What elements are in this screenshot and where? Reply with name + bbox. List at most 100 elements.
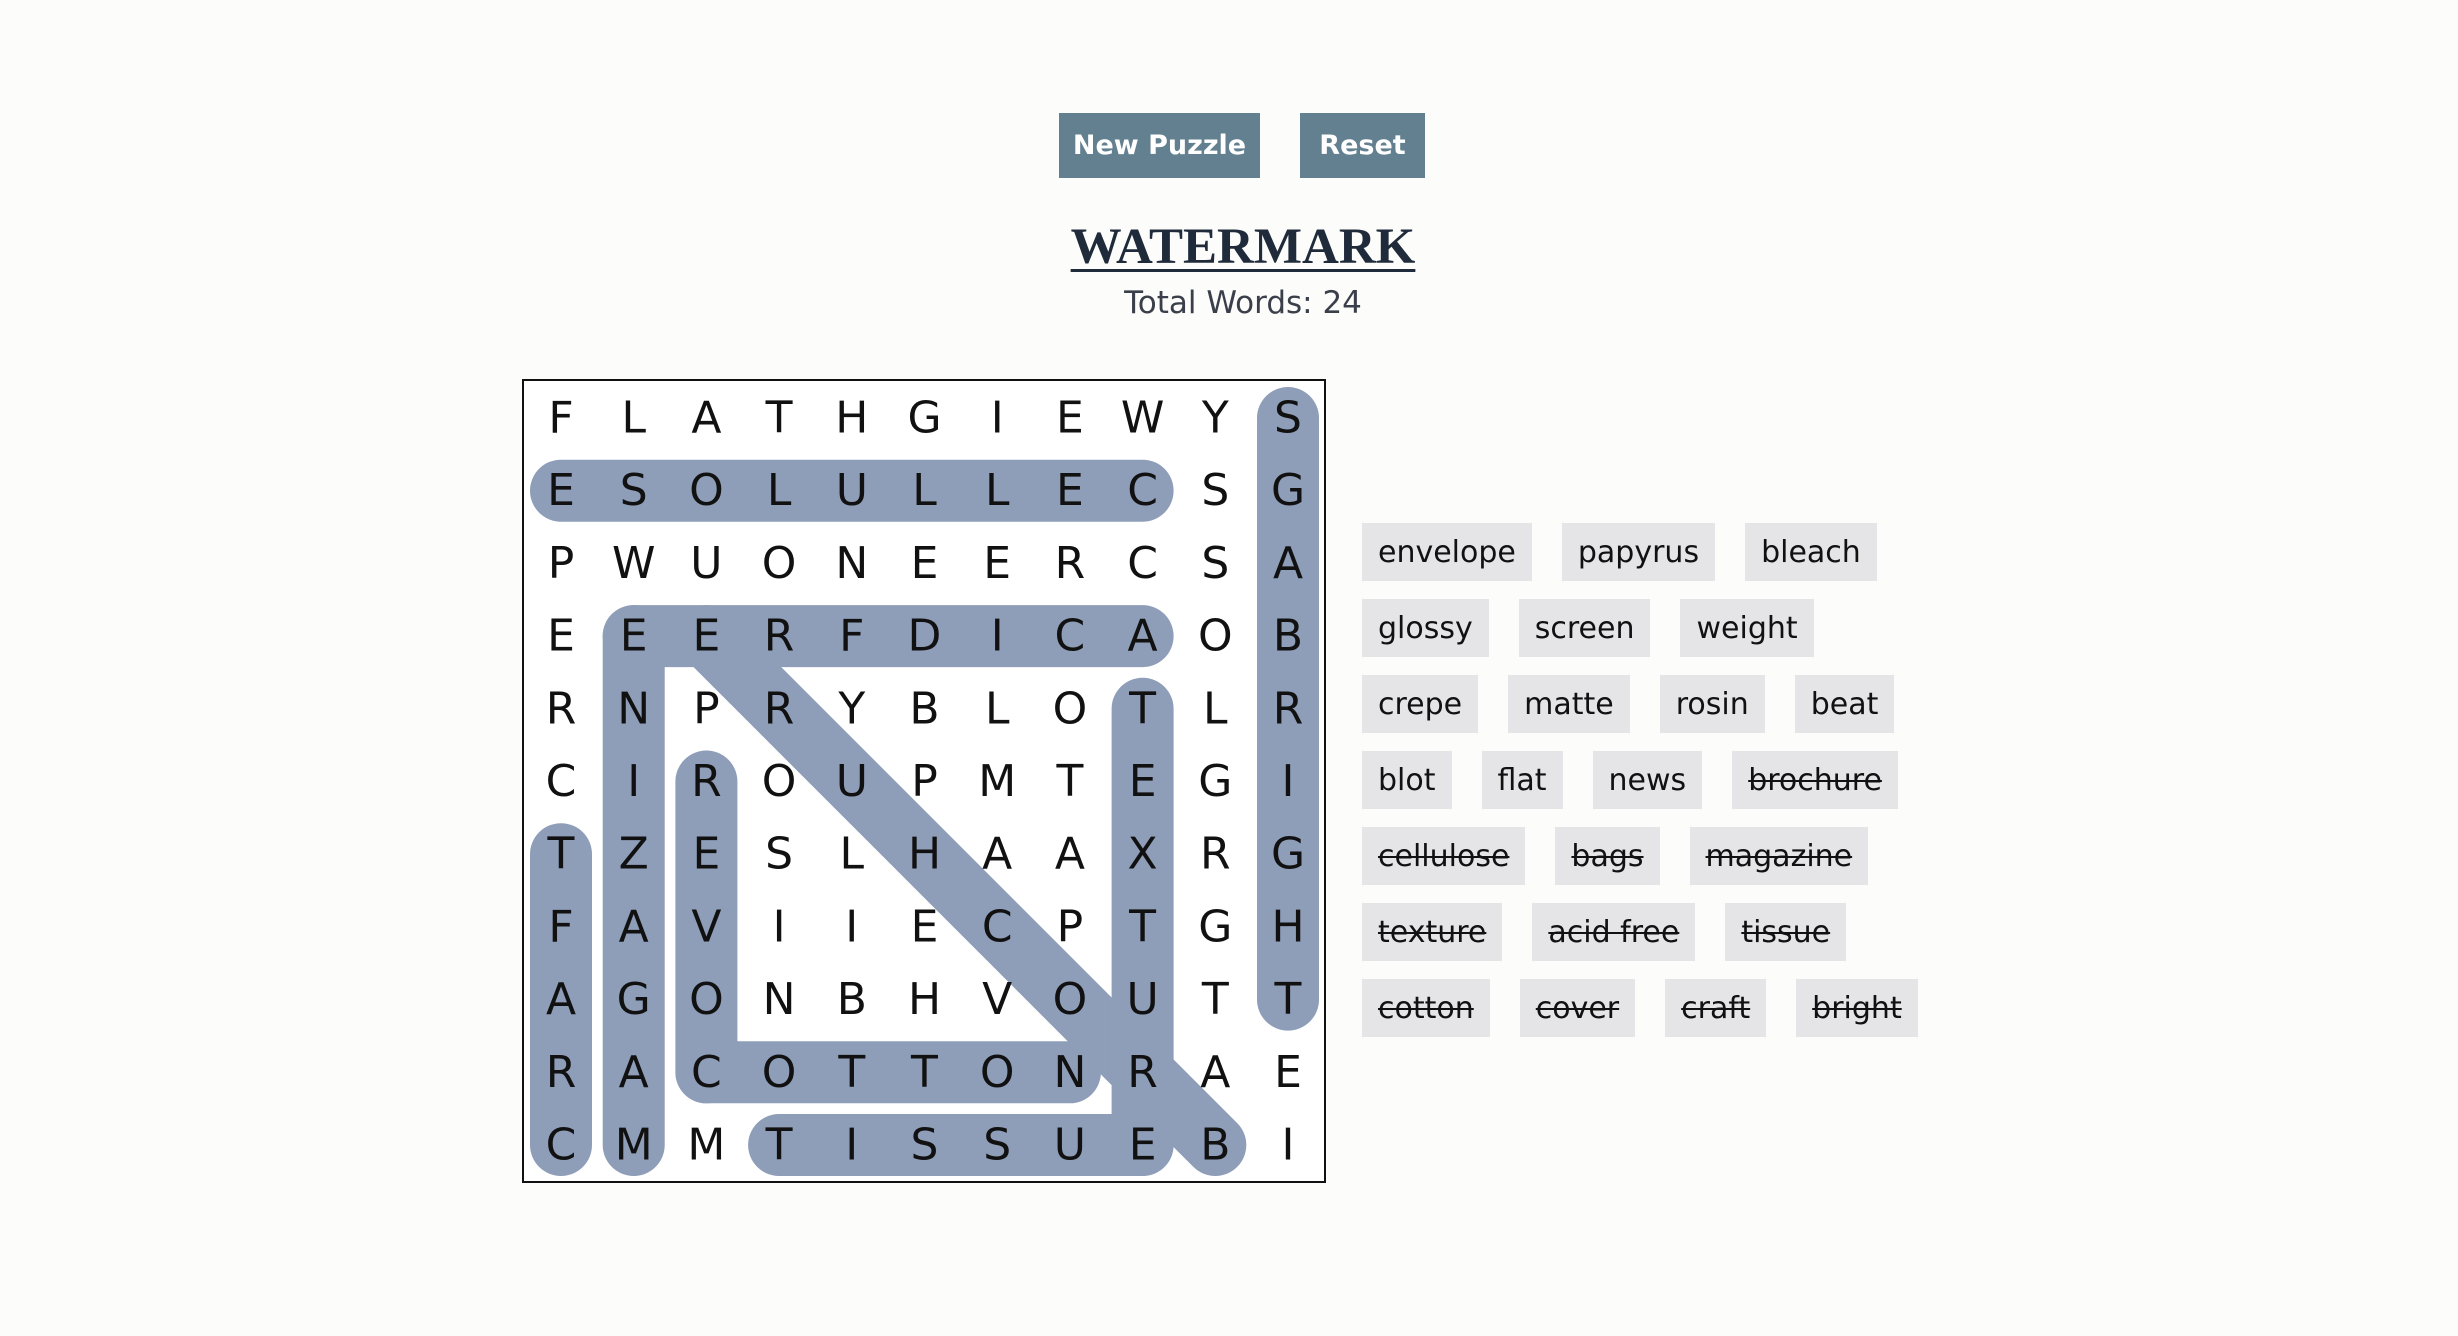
grid-cell[interactable]: A (546, 974, 576, 1025)
grid-cell[interactable]: I (991, 611, 1004, 662)
grid-cell[interactable]: S (620, 465, 648, 516)
grid-cell[interactable]: P (1057, 901, 1084, 952)
grid-cell[interactable]: E (911, 538, 939, 589)
grid-cell[interactable]: I (845, 1120, 858, 1171)
grid-cell[interactable]: B (909, 683, 939, 734)
grid-cell[interactable]: G (617, 974, 651, 1025)
grid-cell[interactable]: E (547, 465, 575, 516)
grid-cell[interactable]: W (1121, 393, 1165, 444)
grid-cell[interactable]: F (548, 901, 573, 952)
grid-cell[interactable]: L (767, 465, 792, 516)
grid-cell[interactable]: E (983, 538, 1011, 589)
grid-cell[interactable]: H (835, 393, 868, 444)
grid-cell[interactable]: T (1274, 974, 1302, 1025)
grid-cell[interactable]: L (985, 465, 1010, 516)
grid-cell[interactable]: R (1055, 538, 1086, 589)
grid-cell[interactable]: G (1271, 465, 1305, 516)
grid-cell[interactable]: V (982, 974, 1012, 1025)
grid-cell[interactable]: C (546, 1120, 577, 1171)
grid-cell[interactable]: C (691, 1047, 722, 1098)
grid-cell[interactable]: G (1271, 829, 1305, 880)
letter-grid[interactable]: FLATHGIEWYSESOLULLECSGPWUONEERCSAEEERFDI… (522, 379, 1326, 1183)
grid-cell[interactable]: A (619, 1047, 649, 1098)
grid-cell[interactable]: T (1055, 756, 1083, 807)
grid-cell[interactable]: T (1128, 683, 1156, 734)
grid-cell[interactable]: E (911, 901, 939, 952)
grid-cell[interactable]: R (1127, 1047, 1158, 1098)
grid-cell[interactable]: U (1054, 1120, 1086, 1171)
grid-cell[interactable]: O (762, 1047, 797, 1098)
grid-cell[interactable]: O (1053, 683, 1088, 734)
grid-cell[interactable]: S (765, 829, 793, 880)
grid-cell[interactable]: U (1126, 974, 1158, 1025)
grid-cell[interactable]: E (1129, 756, 1157, 807)
grid-cell[interactable]: S (911, 1120, 939, 1171)
grid-cell[interactable]: M (615, 1120, 653, 1171)
grid-cell[interactable]: O (980, 1047, 1015, 1098)
grid-cell[interactable]: C (982, 901, 1013, 952)
grid-cell[interactable]: D (908, 611, 942, 662)
grid-cell[interactable]: B (837, 974, 867, 1025)
grid-cell[interactable]: R (546, 1047, 577, 1098)
grid-cell[interactable]: F (839, 611, 864, 662)
grid-cell[interactable]: I (627, 756, 640, 807)
grid-cell[interactable]: B (1200, 1120, 1230, 1171)
grid-cell[interactable]: T (1201, 974, 1229, 1025)
grid-cell[interactable]: H (908, 974, 941, 1025)
grid-cell[interactable]: T (910, 1047, 938, 1098)
grid-cell[interactable]: O (689, 465, 724, 516)
grid-cell[interactable]: N (617, 683, 650, 734)
grid-cell[interactable]: W (612, 538, 656, 589)
grid-cell[interactable]: E (620, 611, 648, 662)
grid-cell[interactable]: S (983, 1120, 1011, 1171)
new-puzzle-button[interactable]: New Puzzle (1059, 113, 1260, 178)
grid-cell[interactable]: A (1128, 611, 1158, 662)
grid-cell[interactable]: A (1200, 1047, 1230, 1098)
grid-cell[interactable]: S (1201, 538, 1229, 589)
grid-cell[interactable]: T (1128, 901, 1156, 952)
grid-cell[interactable]: T (837, 1047, 865, 1098)
grid-cell[interactable]: O (689, 974, 724, 1025)
grid-cell[interactable]: U (690, 538, 722, 589)
grid-cell[interactable]: P (911, 756, 938, 807)
grid-cell[interactable]: G (1198, 901, 1232, 952)
grid-cell[interactable]: C (546, 756, 577, 807)
grid-cell[interactable]: C (1055, 611, 1086, 662)
grid-cell[interactable]: Y (837, 683, 865, 734)
grid-cell[interactable]: E (547, 611, 575, 662)
grid-cell[interactable]: E (1274, 1047, 1302, 1098)
grid-cell[interactable]: O (762, 538, 797, 589)
grid-cell[interactable]: N (763, 974, 796, 1025)
grid-cell[interactable]: P (693, 683, 720, 734)
grid-cell[interactable]: T (765, 1120, 793, 1171)
grid-cell[interactable]: O (1198, 611, 1233, 662)
grid-cell[interactable]: E (1129, 1120, 1157, 1171)
grid-cell[interactable]: F (548, 393, 573, 444)
grid-cell[interactable]: A (1273, 538, 1303, 589)
grid-cell[interactable]: I (773, 901, 786, 952)
grid-cell[interactable]: I (1282, 1120, 1295, 1171)
grid-cell[interactable]: C (1127, 465, 1158, 516)
grid-cell[interactable]: L (1203, 683, 1228, 734)
grid-cell[interactable]: U (836, 756, 868, 807)
grid-cell[interactable]: H (908, 829, 941, 880)
grid-cell[interactable]: U (836, 465, 868, 516)
grid-cell[interactable]: T (547, 829, 575, 880)
grid-cell[interactable]: B (1273, 611, 1303, 662)
grid-cell[interactable]: E (1056, 465, 1084, 516)
grid-cell[interactable]: I (845, 901, 858, 952)
grid-cell[interactable]: P (548, 538, 575, 589)
grid-cell[interactable]: O (762, 756, 797, 807)
grid-cell[interactable]: G (1198, 756, 1232, 807)
grid-cell[interactable]: T (765, 393, 793, 444)
grid-cell[interactable]: L (840, 829, 865, 880)
grid-cell[interactable]: Z (619, 829, 649, 880)
grid-cell[interactable]: R (764, 611, 795, 662)
grid-cell[interactable]: I (1282, 756, 1295, 807)
grid-cell[interactable]: A (691, 393, 721, 444)
grid-cell[interactable]: G (907, 393, 941, 444)
grid-cell[interactable]: R (1200, 829, 1231, 880)
grid-cell[interactable]: O (1053, 974, 1088, 1025)
grid-canvas[interactable]: F L A T H G I E W Y SE S O L U L L E C S GP W U O N E E R C S AE E E R F D I… (524, 381, 1324, 1181)
grid-cell[interactable]: E (1056, 393, 1084, 444)
